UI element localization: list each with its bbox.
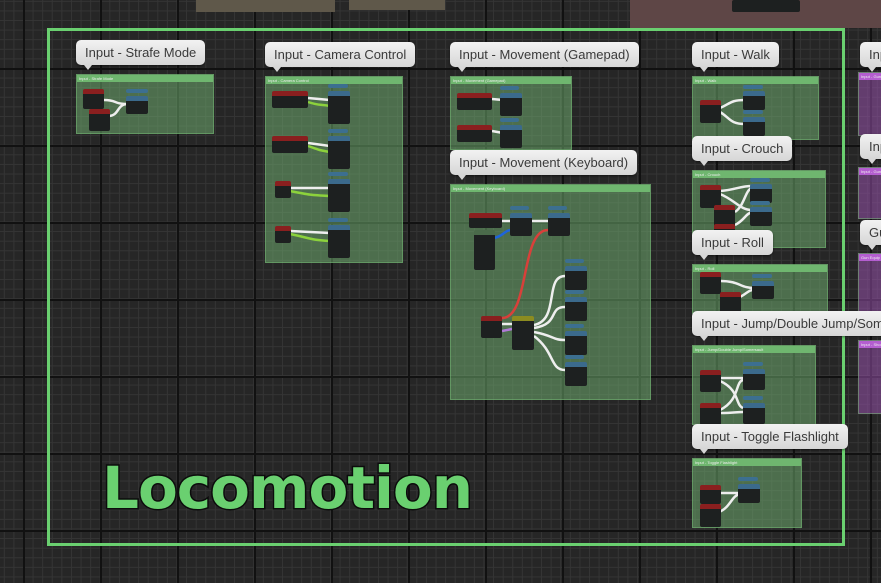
- variable-node[interactable]: [565, 324, 584, 328]
- function-node[interactable]: [328, 91, 350, 124]
- event-node[interactable]: [469, 213, 502, 228]
- function-node[interactable]: [752, 281, 774, 299]
- event-node[interactable]: [272, 91, 308, 108]
- event-node[interactable]: [457, 93, 492, 110]
- group-title: Locomotion: [100, 453, 474, 524]
- variable-node[interactable]: [565, 290, 584, 294]
- variable-node[interactable]: [750, 178, 770, 182]
- side-comment-bubble-3[interactable]: Gu: [860, 220, 881, 250]
- variable-node[interactable]: [752, 274, 772, 278]
- event-node[interactable]: [272, 136, 308, 153]
- side-comment-bubble-2[interactable]: Inp: [860, 134, 881, 164]
- variable-node[interactable]: [743, 362, 763, 366]
- function-node[interactable]: [500, 125, 522, 148]
- comment-bubble-strafe-mode[interactable]: Input - Strafe Mode: [76, 40, 206, 70]
- switch-node[interactable]: [512, 316, 534, 350]
- variable-node[interactable]: [548, 206, 567, 210]
- variable-node[interactable]: [500, 86, 519, 90]
- event-node[interactable]: [700, 272, 721, 294]
- comment-bubble-walk[interactable]: Input - Walk: [692, 42, 779, 72]
- function-node[interactable]: [743, 403, 765, 424]
- variable-node[interactable]: [328, 84, 348, 88]
- function-node[interactable]: [565, 362, 587, 386]
- event-node[interactable]: [700, 403, 721, 425]
- variable-node[interactable]: [510, 206, 529, 210]
- variable-node[interactable]: [565, 355, 584, 359]
- comment-bubble-toggle-flashlight[interactable]: Input - Toggle Flashlight: [692, 424, 848, 454]
- function-node[interactable]: [750, 207, 772, 226]
- side-comment-bubble-1[interactable]: Inp: [860, 42, 881, 72]
- side-comment-gun-equip-3[interactable]: Gun Equip /: [858, 253, 881, 319]
- offscreen-comment-top-mid[interactable]: [349, 0, 445, 10]
- function-node[interactable]: [328, 225, 350, 258]
- comment-bubble-movement-keyboard[interactable]: Input - Movement (Keyboard): [450, 150, 638, 180]
- variable-node[interactable]: [328, 172, 348, 176]
- function-node[interactable]: [743, 91, 765, 110]
- function-node[interactable]: [743, 369, 765, 390]
- function-node[interactable]: [743, 117, 765, 136]
- offscreen-comment-top-left[interactable]: [196, 0, 335, 12]
- function-node[interactable]: [565, 331, 587, 355]
- function-node[interactable]: [328, 179, 350, 212]
- function-node[interactable]: [500, 93, 522, 116]
- event-node[interactable]: [89, 109, 110, 131]
- variable-node[interactable]: [328, 129, 348, 133]
- comment-bubble-crouch[interactable]: Input - Crouch: [692, 136, 793, 166]
- event-node[interactable]: [481, 316, 502, 338]
- variable-node[interactable]: [743, 396, 763, 400]
- comment-bubble-camera-control[interactable]: Input - Camera Control: [265, 42, 416, 72]
- function-node[interactable]: [510, 213, 532, 236]
- side-comment-shoot[interactable]: Input - Shoot: [858, 340, 881, 414]
- function-node[interactable]: [126, 96, 148, 114]
- event-node[interactable]: [457, 125, 492, 142]
- variable-node[interactable]: [328, 218, 348, 222]
- event-node[interactable]: [700, 504, 721, 527]
- event-node[interactable]: [720, 292, 741, 313]
- side-comment-gun-equip-1[interactable]: Input - Gun E: [858, 72, 881, 136]
- comment-bubble-movement-gamepad[interactable]: Input - Movement (Gamepad): [450, 42, 639, 72]
- get-node[interactable]: [474, 230, 495, 270]
- function-node[interactable]: [738, 484, 760, 503]
- function-node[interactable]: [565, 297, 587, 321]
- variable-node[interactable]: [500, 118, 519, 122]
- event-node[interactable]: [700, 370, 721, 392]
- variable-node[interactable]: [743, 85, 763, 89]
- offscreen-node[interactable]: [732, 0, 800, 12]
- variable-node[interactable]: [743, 110, 763, 114]
- event-node[interactable]: [700, 485, 721, 504]
- function-node[interactable]: [328, 136, 350, 169]
- event-node[interactable]: [275, 226, 291, 243]
- event-node[interactable]: [700, 100, 721, 123]
- function-node[interactable]: [548, 213, 570, 236]
- side-comment-gun-equip-2[interactable]: Input - Gun E: [858, 167, 881, 219]
- variable-node[interactable]: [750, 201, 770, 205]
- event-node[interactable]: [83, 89, 104, 109]
- comment-bubble-jump[interactable]: Input - Jump/Double Jump/Somersault: [692, 311, 881, 341]
- comment-bubble-roll[interactable]: Input - Roll: [692, 230, 773, 260]
- variable-node[interactable]: [565, 259, 584, 263]
- function-node[interactable]: [565, 266, 587, 290]
- event-node[interactable]: [275, 181, 291, 198]
- variable-node[interactable]: [738, 477, 758, 481]
- variable-node[interactable]: [126, 89, 148, 93]
